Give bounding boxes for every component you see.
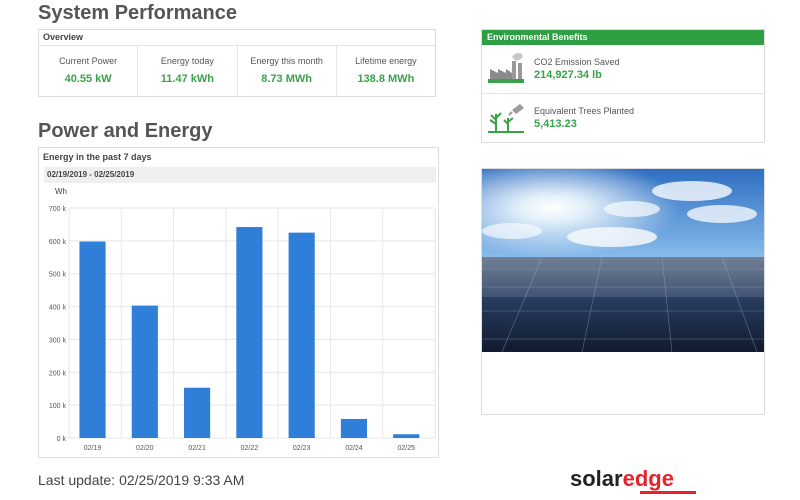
y-tick-label: 100 k: [49, 403, 67, 410]
kpi-energy-month: Energy this month 8.73 MWh: [238, 46, 337, 96]
x-tick-label: 02/20: [136, 445, 154, 452]
trees-icon: [488, 104, 524, 133]
y-tick-label: 300 k: [49, 337, 67, 344]
bar-02-23: [288, 232, 315, 438]
kpi-label: Energy today: [160, 56, 214, 66]
x-tick-label: 02/24: [345, 445, 363, 452]
kpi-value: 40.55 kW: [64, 73, 112, 85]
env-co2-label: CO2 Emission Saved: [534, 57, 620, 67]
bar-02-19: [79, 241, 106, 438]
logo-underline: [640, 491, 696, 494]
solar-photo-card: [481, 168, 765, 415]
overview-panel: Overview Current Power 40.55 kW Energy t…: [38, 29, 436, 97]
env-co2-row: CO2 Emission Saved 214,927.34 lb: [482, 45, 764, 93]
bar-02-21: [184, 387, 211, 438]
bar-02-20: [131, 305, 158, 438]
factory-icon: [488, 53, 524, 83]
env-trees-row: Equivalent Trees Planted 5,413.23: [482, 93, 764, 142]
kpi-value: 11.47 kWh: [160, 73, 214, 85]
y-axis-unit: Wh: [55, 187, 67, 196]
kpi-current-power: Current Power 40.55 kW: [39, 46, 139, 96]
solaredge-logo: solaredge: [570, 466, 674, 492]
y-tick-label: 0 k: [57, 436, 67, 443]
x-tick-label: 02/19: [84, 445, 102, 452]
y-tick-label: 600 k: [49, 239, 67, 246]
y-tick-label: 700 k: [49, 206, 67, 213]
page-title: System Performance: [38, 2, 237, 24]
overview-heading: Overview: [39, 30, 435, 46]
kpi-label: Current Power: [59, 56, 118, 66]
env-trees-label: Equivalent Trees Planted: [534, 106, 635, 116]
kpi-lifetime-energy: Lifetime energy 138.8 MWh: [337, 46, 435, 96]
kpi-energy-today: Energy today 11.47 kWh: [138, 46, 238, 96]
y-tick-label: 200 k: [49, 370, 67, 377]
kpi-value: 8.73 MWh: [261, 73, 312, 85]
logo-part-solar: solar: [570, 466, 623, 491]
solar-panels-photo: [482, 169, 764, 352]
kpi-label: Lifetime energy: [355, 56, 417, 66]
environmental-heading: Environmental Benefits: [482, 30, 764, 45]
env-trees-value: 5,413.23: [534, 118, 577, 130]
energy-bar-chart: Wh 0 k 100 k 200 k 300 k 400 k 500 k 600 k 700 k…: [49, 187, 436, 452]
env-co2-value: 214,927.34 lb: [534, 69, 602, 81]
y-tick-label: 400 k: [49, 305, 67, 312]
section-title: Power and Energy: [38, 120, 213, 142]
energy-chart-panel: Energy in the past 7 days 02/19/2019 - 0…: [38, 147, 439, 458]
x-tick-label: 02/25: [397, 445, 415, 452]
bar-02-22: [236, 227, 263, 438]
environmental-benefits-panel: Environmental Benefits CO2 Emission Save…: [481, 29, 765, 143]
last-update: Last update: 02/25/2019 9:33 AM: [38, 472, 248, 488]
x-tick-label: 02/23: [293, 445, 311, 452]
last-update-label: Last update:: [38, 472, 116, 488]
y-tick-label: 500 k: [49, 272, 67, 279]
kpi-label: Energy this month: [250, 56, 323, 66]
x-tick-label: 02/21: [188, 445, 206, 452]
last-update-value: 02/25/2019 9:33 AM: [119, 472, 245, 488]
logo-part-edge: edge: [622, 466, 674, 491]
kpi-value: 138.8 MWh: [357, 73, 415, 85]
bar-02-24: [340, 418, 368, 438]
bar-02-25: [393, 434, 420, 438]
x-tick-label: 02/22: [241, 445, 259, 452]
